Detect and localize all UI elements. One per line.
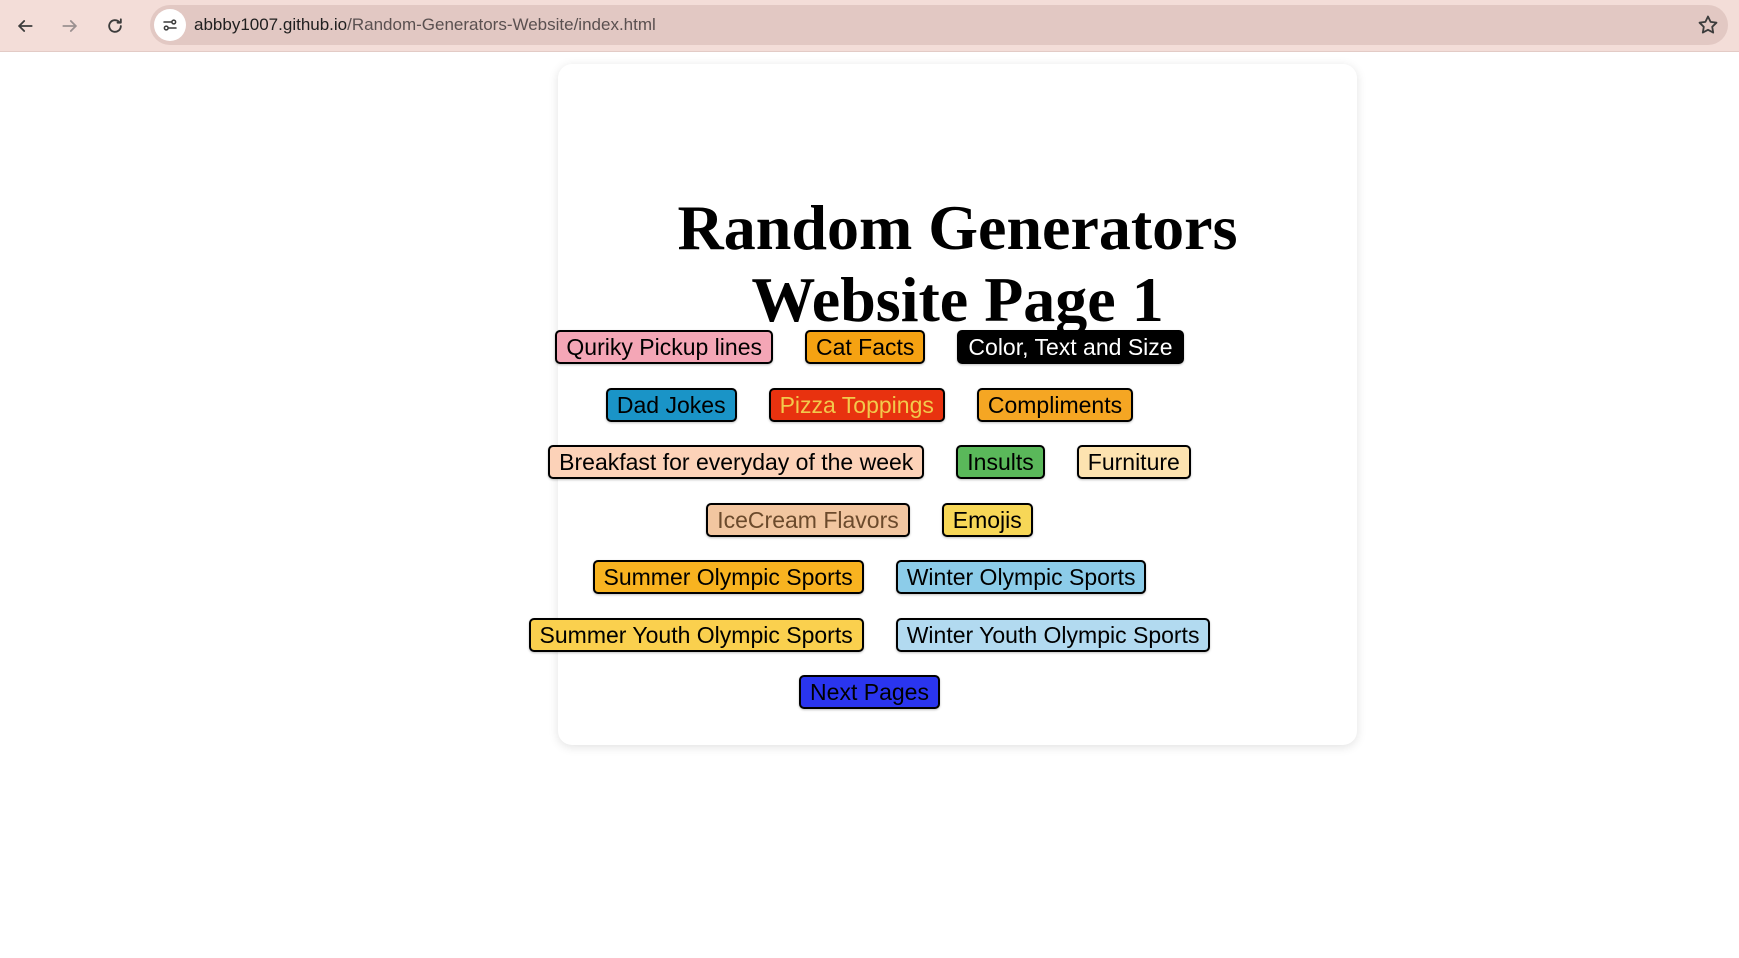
forward-arrow-icon <box>62 20 77 32</box>
site-info-icon <box>163 19 177 31</box>
quirky-pickup-lines-button[interactable]: Quriky Pickup lines <box>555 330 773 364</box>
back-button[interactable] <box>8 9 42 43</box>
url-text[interactable]: abbby1007.github.io/Random-Generators-We… <box>194 5 656 45</box>
button-row-6: Summer Youth Olympic Sports Winter Youth… <box>0 618 1739 652</box>
url-path: /Random-Generators-Website/index.html <box>347 15 656 34</box>
cat-facts-button[interactable]: Cat Facts <box>805 330 926 364</box>
back-arrow-icon <box>18 20 33 32</box>
button-row-1: Quriky Pickup lines Cat Facts Color, Tex… <box>0 330 1739 364</box>
url-host: abbby1007.github.io <box>194 15 348 34</box>
site-info-button[interactable] <box>154 9 186 41</box>
button-row-2: Dad Jokes Pizza Toppings Compliments <box>0 388 1739 422</box>
browser-toolbar: abbby1007.github.io/Random-Generators-We… <box>0 0 1739 52</box>
breakfast-button[interactable]: Breakfast for everyday of the week <box>548 445 925 479</box>
furniture-button[interactable]: Furniture <box>1076 445 1191 479</box>
reload-icon <box>108 18 122 33</box>
icecream-flavors-button[interactable]: IceCream Flavors <box>706 503 910 537</box>
button-row-7: Next Pages <box>0 675 1739 709</box>
page-title: Random Generators Website Page 1 <box>558 192 1357 336</box>
address-bar[interactable]: abbby1007.github.io/Random-Generators-We… <box>150 5 1728 45</box>
forward-button[interactable] <box>53 9 87 43</box>
summer-olympic-sports-button[interactable]: Summer Olympic Sports <box>592 560 864 594</box>
color-text-size-button[interactable]: Color, Text and Size <box>957 330 1184 364</box>
button-row-5: Summer Olympic Sports Winter Olympic Spo… <box>0 560 1739 594</box>
bookmark-button[interactable] <box>1696 13 1720 37</box>
emojis-button[interactable]: Emojis <box>941 503 1033 537</box>
button-row-4: IceCream Flavors Emojis <box>0 503 1739 537</box>
summer-youth-olympic-sports-button[interactable]: Summer Youth Olympic Sports <box>528 618 864 652</box>
button-row-3: Breakfast for everyday of the week Insul… <box>0 445 1739 479</box>
reload-button[interactable] <box>98 9 132 43</box>
pizza-toppings-button[interactable]: Pizza Toppings <box>768 388 945 422</box>
page-title-line-1: Random Generators <box>677 192 1238 263</box>
next-pages-button[interactable]: Next Pages <box>799 675 940 709</box>
insults-button[interactable]: Insults <box>956 445 1045 479</box>
winter-youth-olympic-sports-button[interactable]: Winter Youth Olympic Sports <box>895 618 1211 652</box>
bookmark-star-icon <box>1698 15 1718 34</box>
dad-jokes-button[interactable]: Dad Jokes <box>605 388 737 422</box>
page-title-line-2: Website Page 1 <box>751 264 1164 335</box>
winter-olympic-sports-button[interactable]: Winter Olympic Sports <box>895 560 1147 594</box>
compliments-button[interactable]: Compliments <box>976 388 1134 422</box>
